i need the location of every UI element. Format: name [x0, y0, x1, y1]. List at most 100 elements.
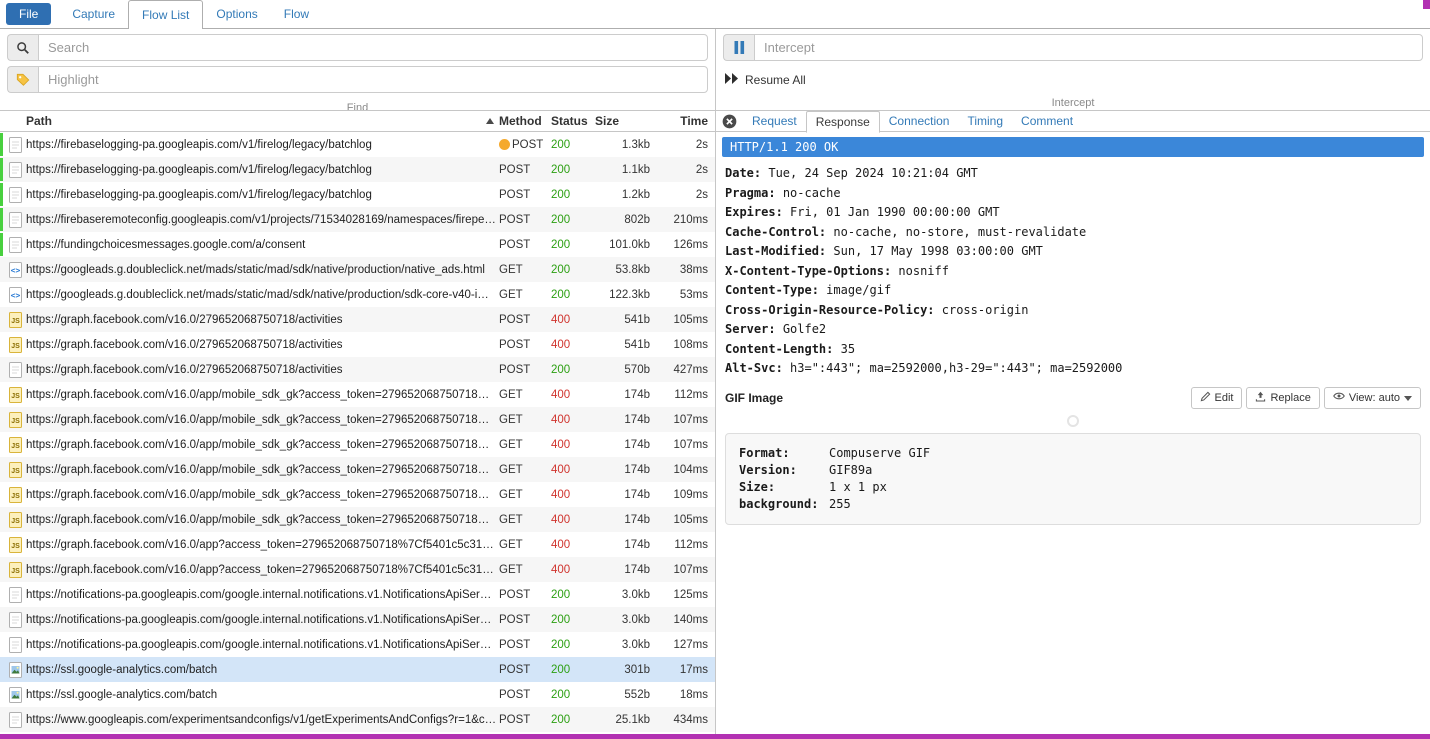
flow-row[interactable]: JShttps://graph.facebook.com/v16.0/app/m… — [0, 382, 715, 407]
menu-item-flow-list[interactable]: Flow List — [128, 0, 203, 29]
flow-method: POST — [499, 689, 551, 701]
flow-time: 109ms — [657, 489, 715, 501]
header-value: Golfe2 — [783, 322, 826, 336]
resume-all-label: Resume All — [745, 73, 806, 87]
edit-button-label: Edit — [1215, 392, 1234, 404]
view-mode-button[interactable]: View: auto — [1324, 387, 1421, 409]
menu-item-options[interactable]: Options — [203, 0, 270, 28]
flow-row[interactable]: JShttps://graph.facebook.com/v16.0/app?a… — [0, 532, 715, 557]
image-icon — [0, 687, 26, 703]
highlight-input[interactable] — [38, 66, 708, 93]
replace-button[interactable]: Replace — [1246, 387, 1319, 409]
flow-row[interactable]: https://ssl.google-analytics.com/batchPO… — [0, 682, 715, 707]
flow-row[interactable]: https://notifications-pa.googleapis.com/… — [0, 582, 715, 607]
header-value: h3=":443"; ma=2592000,h3-29=":443"; ma=2… — [790, 361, 1122, 375]
response-header-line: Cache-Control: no-cache, no-store, must-… — [725, 223, 1421, 243]
flow-time: 427ms — [657, 364, 715, 376]
js-icon: JS — [0, 312, 26, 328]
menu-item-capture[interactable]: Capture — [59, 0, 128, 28]
svg-text:JS: JS — [11, 393, 20, 400]
column-status[interactable]: Status — [551, 114, 595, 128]
detail-panel: Resume All Intercept RequestResponseConn… — [716, 29, 1430, 734]
flow-time: 126ms — [657, 239, 715, 251]
response-status-line[interactable]: HTTP/1.1 200 OK — [722, 137, 1424, 157]
flow-row[interactable]: JShttps://graph.facebook.com/v16.0/app?a… — [0, 557, 715, 582]
flow-status: 400 — [551, 464, 595, 476]
tab-connection[interactable]: Connection — [880, 110, 959, 132]
flow-time: 105ms — [657, 514, 715, 526]
flow-row[interactable]: JShttps://graph.facebook.com/v16.0/app/m… — [0, 457, 715, 482]
tab-response[interactable]: Response — [806, 111, 880, 133]
gif-info-key: Version: — [739, 462, 829, 479]
close-icon[interactable] — [722, 114, 737, 129]
find-area: Find — [0, 29, 715, 110]
flow-time: 2s — [657, 164, 715, 176]
flow-time: 2s — [657, 189, 715, 201]
flow-size: 3.0kb — [595, 614, 657, 626]
flow-row[interactable]: <>https://googleads.g.doubleclick.net/ma… — [0, 257, 715, 282]
flow-row[interactable]: JShttps://graph.facebook.com/v16.0/app/m… — [0, 482, 715, 507]
bottom-accent-bar — [0, 734, 1430, 739]
flow-size: 1.1kb — [595, 164, 657, 176]
flow-size: 122.3kb — [595, 289, 657, 301]
flow-path: https://graph.facebook.com/v16.0/app?acc… — [26, 564, 499, 576]
tab-request[interactable]: Request — [743, 110, 806, 132]
flow-row[interactable]: JShttps://graph.facebook.com/v16.0/app/m… — [0, 407, 715, 432]
svg-text:JS: JS — [11, 468, 20, 475]
sort-asc-icon — [486, 118, 494, 124]
pause-icon[interactable] — [723, 34, 754, 61]
flow-path: https://firebaselogging-pa.googleapis.co… — [26, 139, 499, 151]
flow-row[interactable]: JShttps://graph.facebook.com/v16.0/27965… — [0, 307, 715, 332]
doc-icon — [0, 612, 26, 628]
flow-row[interactable]: https://firebaseremoteconfig.googleapis.… — [0, 207, 715, 232]
search-group — [7, 34, 708, 61]
intercept-input[interactable] — [754, 34, 1423, 61]
flow-row[interactable]: https://graph.facebook.com/v16.0/2796520… — [0, 357, 715, 382]
flow-row[interactable]: https://notifications-pa.googleapis.com/… — [0, 607, 715, 632]
flow-row[interactable]: https://fundingchoicesmessages.google.co… — [0, 232, 715, 257]
response-header-line: Pragma: no-cache — [725, 184, 1421, 204]
upload-icon — [1255, 391, 1266, 405]
response-header-line: Alt-Svc: h3=":443"; ma=2592000,h3-29=":4… — [725, 359, 1421, 379]
flow-row[interactable]: https://notifications-pa.googleapis.com/… — [0, 632, 715, 657]
header-name: Cross-Origin-Resource-Policy: — [725, 303, 935, 317]
doc-icon — [0, 212, 26, 228]
header-value: no-cache, no-store, must-revalidate — [833, 225, 1086, 239]
column-time[interactable]: Time — [657, 114, 715, 128]
tab-comment[interactable]: Comment — [1012, 110, 1082, 132]
flow-path: https://graph.facebook.com/v16.0/2796520… — [26, 314, 499, 326]
flow-method: POST — [499, 364, 551, 376]
svg-text:JS: JS — [11, 443, 20, 450]
flow-row[interactable]: JShttps://graph.facebook.com/v16.0/27965… — [0, 332, 715, 357]
flow-status: 400 — [551, 314, 595, 326]
flow-path: https://graph.facebook.com/v16.0/2796520… — [26, 339, 499, 351]
menu-item-flow[interactable]: Flow — [271, 0, 322, 28]
flow-status: 400 — [551, 489, 595, 501]
flow-status: 200 — [551, 164, 595, 176]
column-size[interactable]: Size — [595, 114, 657, 128]
search-input[interactable] — [38, 34, 708, 61]
resume-all-button[interactable]: Resume All — [723, 66, 1423, 93]
flow-row[interactable]: https://firebaselogging-pa.googleapis.co… — [0, 157, 715, 182]
flow-size: 541b — [595, 314, 657, 326]
column-method[interactable]: Method — [499, 114, 551, 128]
flow-method: POST — [499, 314, 551, 326]
flow-row[interactable]: JShttps://graph.facebook.com/v16.0/app/m… — [0, 507, 715, 532]
gif-info-line: Version:GIF89a — [739, 462, 1407, 479]
gif-info-key: Format: — [739, 445, 829, 462]
response-header-line: Server: Golfe2 — [725, 320, 1421, 340]
flow-row[interactable]: https://firebaselogging-pa.googleapis.co… — [0, 182, 715, 207]
flow-row[interactable]: https://www.googleapis.com/experimentsan… — [0, 707, 715, 732]
tab-timing[interactable]: Timing — [958, 110, 1012, 132]
flow-time: 112ms — [657, 389, 715, 401]
response-header-line: X-Content-Type-Options: nosniff — [725, 262, 1421, 282]
flow-row[interactable]: JShttps://graph.facebook.com/v16.0/app/m… — [0, 432, 715, 457]
flow-row[interactable]: <>https://googleads.g.doubleclick.net/ma… — [0, 282, 715, 307]
column-path[interactable]: Path — [26, 114, 499, 128]
svg-text:JS: JS — [11, 418, 20, 425]
flow-row[interactable]: https://firebaselogging-pa.googleapis.co… — [0, 132, 715, 157]
detail-tabs: RequestResponseConnectionTimingComment — [716, 110, 1430, 132]
flow-row[interactable]: https://ssl.google-analytics.com/batchPO… — [0, 657, 715, 682]
edit-button[interactable]: Edit — [1191, 387, 1243, 409]
menu-item-file[interactable]: File — [6, 3, 51, 25]
